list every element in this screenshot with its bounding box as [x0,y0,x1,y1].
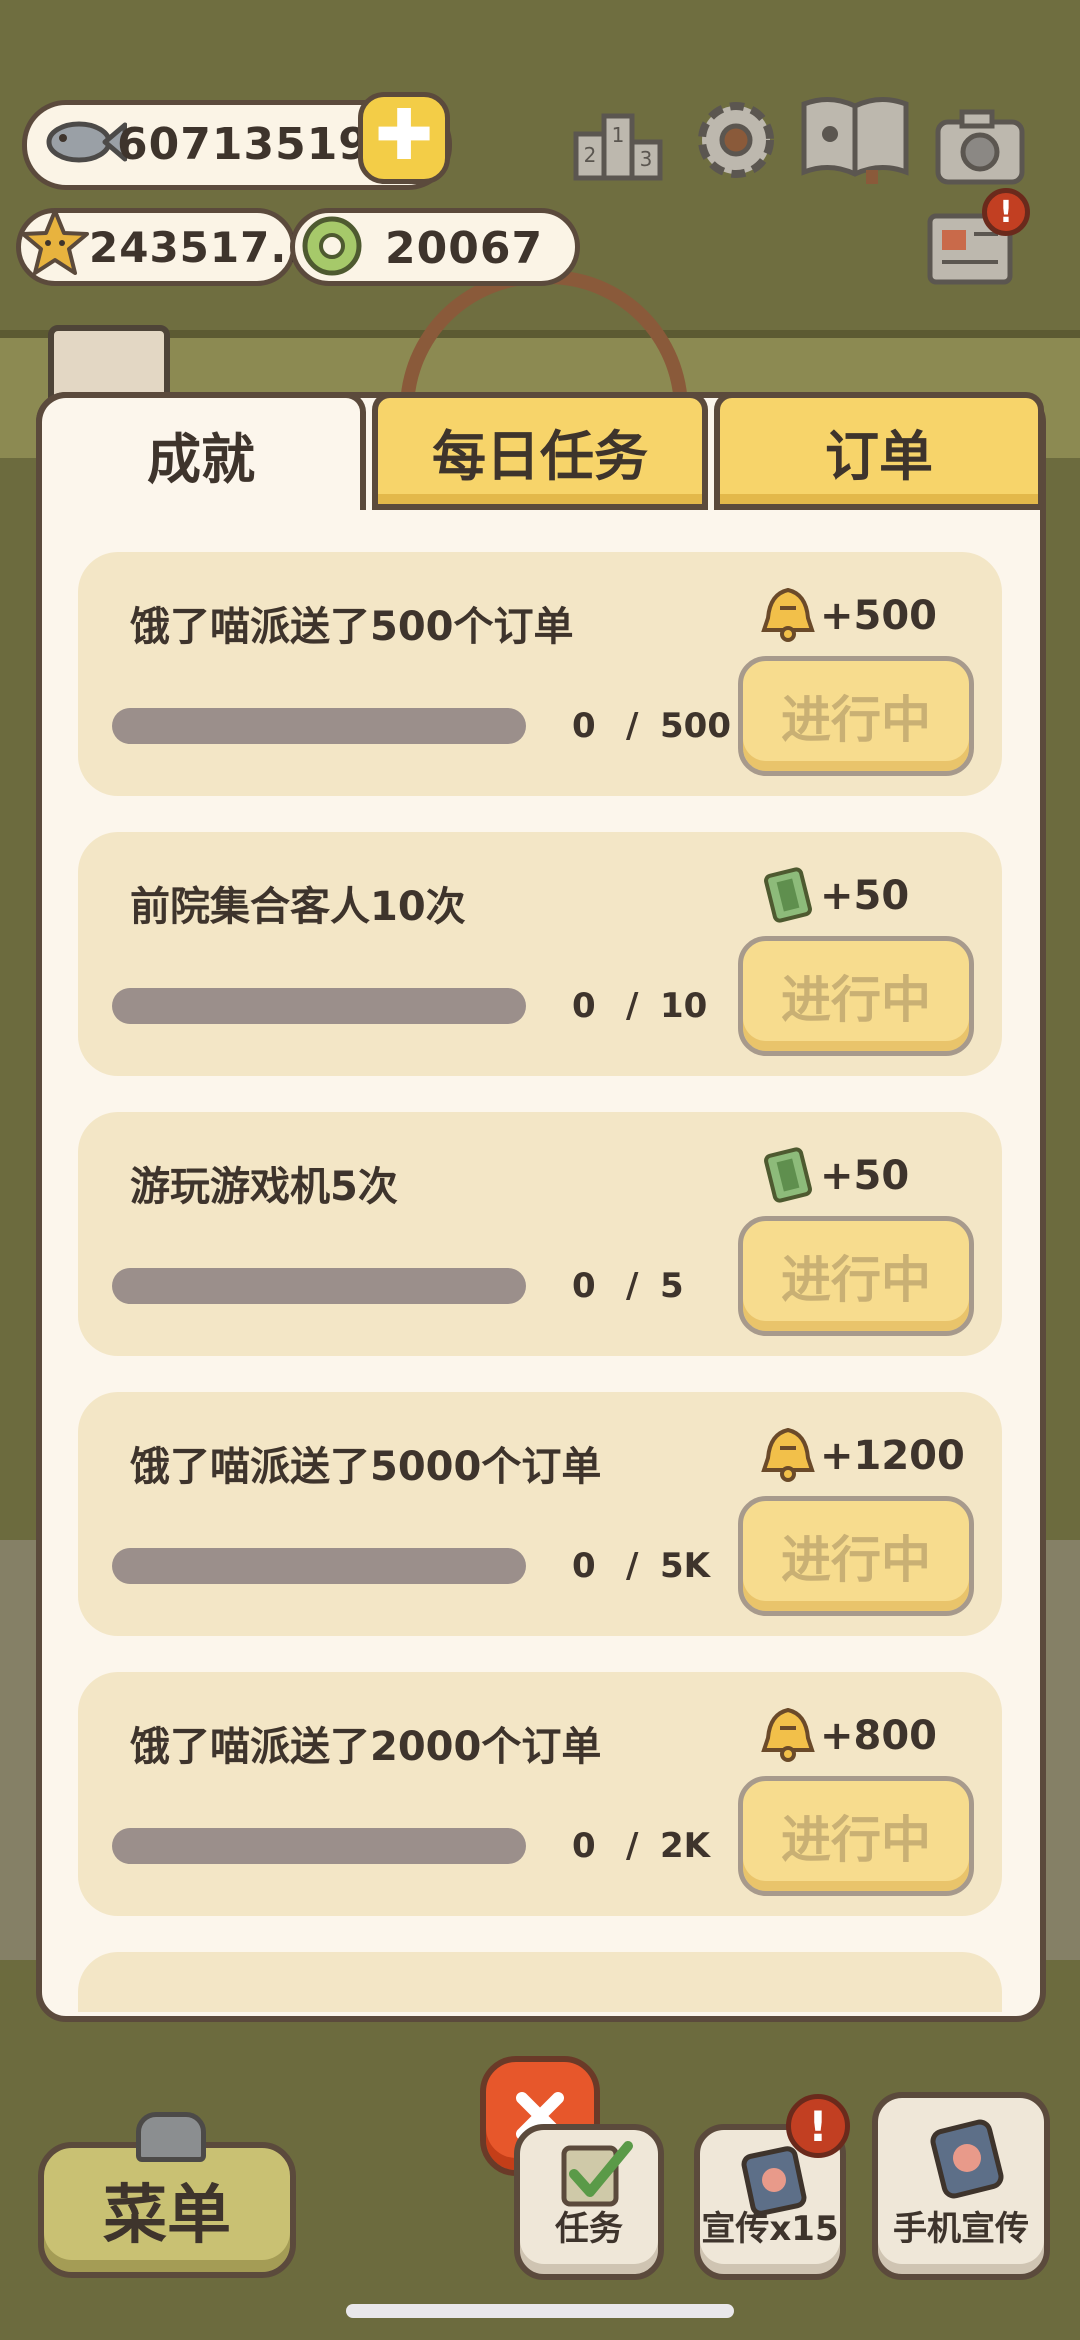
reward-amount: +50 [820,873,910,919]
phone-promotion-label: 手机宣传 [893,2209,1029,2249]
progress-total: 500 [660,706,731,746]
progress-total: 5K [660,1546,711,1586]
achievement-title: 游玩游戏机5次 [130,1164,398,1210]
star-currency-pill: 243517.1 [16,208,317,286]
clipboard-clip-icon [136,2112,206,2162]
svg-text:1: 1 [612,123,625,147]
bell-icon [760,584,816,648]
list-item: 前院集合客人10次 +50 0 / 10 进行中 [78,832,1002,1076]
reward-amount: +50 [820,1153,910,1199]
plus-icon: ✚ [374,94,434,176]
list-item: 游玩游戏机5次 +50 0 / 5 进行中 [78,1112,1002,1356]
progress-bar [112,1268,526,1304]
reward-amount: +800 [820,1713,938,1759]
tab-daily-tasks[interactable]: 每日任务 [372,392,708,510]
phone-promo-icon [930,2119,1004,2199]
progress-bar [112,708,526,744]
bell-icon [760,1424,816,1488]
svg-text:2: 2 [584,143,597,167]
promotion-label: 宣传x15 [701,2209,839,2249]
tab-orders[interactable]: 订单 [714,392,1044,510]
progress-separator: / [626,1826,639,1866]
menu-label: 菜单 [103,2179,231,2253]
reward-amount: +1200 [820,1433,965,1479]
in-progress-button[interactable]: 进行中 [738,1496,974,1616]
in-progress-button[interactable]: 进行中 [738,656,974,776]
newspaper-alert-badge: ! [982,188,1030,236]
menu-button[interactable]: 菜单 [38,2142,296,2278]
gear-icon[interactable] [688,92,784,188]
tab-achievements[interactable]: 成就 [36,392,366,510]
achievement-title: 前院集合客人10次 [130,884,466,930]
progress-current: 0 [572,1266,596,1306]
cash-icon [760,864,816,928]
progress-separator: / [626,1266,639,1306]
cash-icon [760,1144,816,1208]
progress-bar [112,1828,526,1864]
camera-icon[interactable] [932,100,1028,196]
add-currency-button[interactable]: ✚ [358,92,450,184]
progress-separator: / [626,1546,639,1586]
svg-text:3: 3 [640,147,653,171]
progress-total: 2K [660,1826,711,1866]
reward-amount: +500 [820,593,938,639]
progress-bar [112,1548,526,1584]
progress-separator: / [626,706,639,746]
progress-current: 0 [572,1826,596,1866]
progress-bar [112,988,526,1024]
fish-icon [46,121,127,163]
leaderboard-icon[interactable]: 2 1 3 [570,94,666,190]
in-progress-button[interactable]: 进行中 [738,936,974,1056]
bell-icon [760,1704,816,1768]
album-book-icon[interactable] [796,90,914,186]
home-indicator[interactable] [346,2304,734,2318]
in-progress-button[interactable]: 进行中 [738,1216,974,1336]
star-icon [21,209,89,275]
task-button[interactable]: 任务 [514,2124,664,2280]
phone-promotion-button[interactable]: 手机宣传 [872,2092,1050,2280]
progress-current: 0 [572,1546,596,1586]
list-item-partial [78,1952,1002,2012]
ring-currency-pill: 20067 [290,208,580,286]
achievement-title: 饿了喵派送了5000个订单 [130,1444,602,1490]
progress-total: 5 [660,1266,684,1306]
progress-current: 0 [572,986,596,1026]
list-item: 饿了喵派送了2000个订单 +800 0 / 2K 进行中 [78,1672,1002,1916]
reward: +800 [760,1704,937,1768]
newspaper-button[interactable]: ! [924,188,1030,292]
list-item: 饿了喵派送了5000个订单 +1200 0 / 5K 进行中 [78,1392,1002,1636]
reward: +1200 [760,1424,965,1488]
achievement-title: 饿了喵派送了2000个订单 [130,1724,602,1770]
task-label: 任务 [555,2209,623,2249]
reward: +50 [760,1144,909,1208]
list-item: 饿了喵派送了500个订单 +500 0 / 500 进行中 [78,552,1002,796]
ring-icon [302,216,362,276]
progress-total: 10 [660,986,708,1026]
star-amount: 243517.1 [89,223,318,272]
reward: +500 [760,584,937,648]
in-progress-button[interactable]: 进行中 [738,1776,974,1896]
progress-separator: / [626,986,639,1026]
promotion-alert-badge: ! [786,2094,850,2158]
ring-amount: 20067 [385,223,544,274]
reward: +50 [760,864,909,928]
progress-current: 0 [572,706,596,746]
achievement-title: 饿了喵派送了500个订单 [130,604,574,650]
